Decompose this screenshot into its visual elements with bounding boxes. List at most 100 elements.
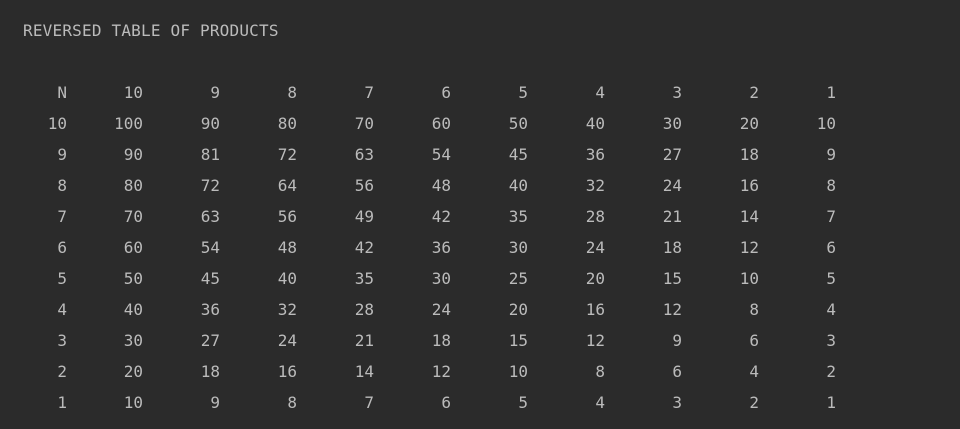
product-cell: 72 [200, 176, 220, 195]
product-cell: 35 [508, 207, 528, 226]
product-cell: 24 [277, 331, 297, 350]
row-header-cell: 7 [57, 207, 67, 226]
product-cell: 16 [277, 362, 297, 381]
product-cell: 1 [826, 393, 836, 412]
product-cell: 81 [200, 145, 220, 164]
product-cell: 12 [431, 362, 451, 381]
product-cell: 5 [518, 393, 528, 412]
product-cell: 100 [114, 114, 143, 133]
product-cell: 14 [739, 207, 759, 226]
product-cell: 30 [662, 114, 682, 133]
column-header-cell: 3 [672, 83, 682, 102]
product-cell: 20 [585, 269, 605, 288]
product-cell: 15 [508, 331, 528, 350]
product-cell: 54 [431, 145, 451, 164]
product-cell: 36 [585, 145, 605, 164]
product-cell: 36 [200, 300, 220, 319]
console-title: REVERSED TABLE OF PRODUCTS [23, 21, 279, 40]
product-cell: 42 [431, 207, 451, 226]
product-cell: 4 [826, 300, 836, 319]
product-cell: 50 [123, 269, 143, 288]
product-cell: 24 [431, 300, 451, 319]
column-header-cell: 2 [749, 83, 759, 102]
product-cell: 4 [595, 393, 605, 412]
row-header-cell: 1 [57, 393, 67, 412]
product-cell: 25 [508, 269, 528, 288]
product-cell: 10 [508, 362, 528, 381]
product-cell: 3 [672, 393, 682, 412]
product-cell: 15 [662, 269, 682, 288]
product-cell: 27 [200, 331, 220, 350]
product-cell: 9 [826, 145, 836, 164]
product-cell: 35 [354, 269, 374, 288]
column-header-cell: 9 [210, 83, 220, 102]
product-cell: 10 [739, 269, 759, 288]
product-cell: 28 [354, 300, 374, 319]
product-cell: 40 [123, 300, 143, 319]
product-cell: 63 [354, 145, 374, 164]
column-header-cell: 6 [441, 83, 451, 102]
product-cell: 21 [662, 207, 682, 226]
product-cell: 40 [585, 114, 605, 133]
product-cell: 80 [123, 176, 143, 195]
product-cell: 40 [508, 176, 528, 195]
product-cell: 24 [662, 176, 682, 195]
column-header-cell: 5 [518, 83, 528, 102]
product-cell: 36 [431, 238, 451, 257]
column-header-cell: 1 [826, 83, 836, 102]
row-header-cell: 8 [57, 176, 67, 195]
product-cell: 50 [508, 114, 528, 133]
product-cell: 14 [354, 362, 374, 381]
column-header-cell: 7 [364, 83, 374, 102]
product-cell: 8 [826, 176, 836, 195]
header-n-label: N [57, 83, 67, 102]
product-cell: 64 [277, 176, 297, 195]
product-cell: 40 [277, 269, 297, 288]
row-header-cell: 10 [47, 114, 67, 133]
product-cell: 24 [585, 238, 605, 257]
product-cell: 30 [123, 331, 143, 350]
product-cell: 56 [354, 176, 374, 195]
product-cell: 7 [826, 207, 836, 226]
product-cell: 7 [364, 393, 374, 412]
row-header-cell: 5 [57, 269, 67, 288]
column-header-cell: 10 [123, 83, 143, 102]
product-cell: 6 [749, 331, 759, 350]
product-cell: 20 [508, 300, 528, 319]
row-header-cell: 4 [57, 300, 67, 319]
product-cell: 48 [277, 238, 297, 257]
product-cell: 6 [826, 238, 836, 257]
product-cell: 20 [739, 114, 759, 133]
product-cell: 6 [441, 393, 451, 412]
console-output[interactable]: REVERSED TABLE OF PRODUCTS N 10 9 8 7 6 5 4 3 2 1 1… [0, 0, 960, 429]
column-header-cell: 4 [595, 83, 605, 102]
product-cell: 12 [662, 300, 682, 319]
product-cell: 18 [431, 331, 451, 350]
product-cell: 20 [123, 362, 143, 381]
product-cell: 63 [200, 207, 220, 226]
product-cell: 8 [749, 300, 759, 319]
product-cell: 30 [431, 269, 451, 288]
product-cell: 9 [210, 393, 220, 412]
product-cell: 70 [123, 207, 143, 226]
product-cell: 8 [287, 393, 297, 412]
product-cell: 90 [200, 114, 220, 133]
product-cell: 70 [354, 114, 374, 133]
product-cell: 12 [739, 238, 759, 257]
product-cell: 8 [595, 362, 605, 381]
product-cell: 21 [354, 331, 374, 350]
product-cell: 16 [585, 300, 605, 319]
column-header-cell: 8 [287, 83, 297, 102]
product-cell: 80 [277, 114, 297, 133]
row-header-cell: 2 [57, 362, 67, 381]
product-cell: 2 [826, 362, 836, 381]
product-cell: 12 [585, 331, 605, 350]
product-cell: 18 [739, 145, 759, 164]
product-cell: 9 [672, 331, 682, 350]
product-cell: 4 [749, 362, 759, 381]
product-cell: 2 [749, 393, 759, 412]
product-cell: 5 [826, 269, 836, 288]
product-cell: 56 [277, 207, 297, 226]
product-cell: 72 [277, 145, 297, 164]
product-cell: 3 [826, 331, 836, 350]
